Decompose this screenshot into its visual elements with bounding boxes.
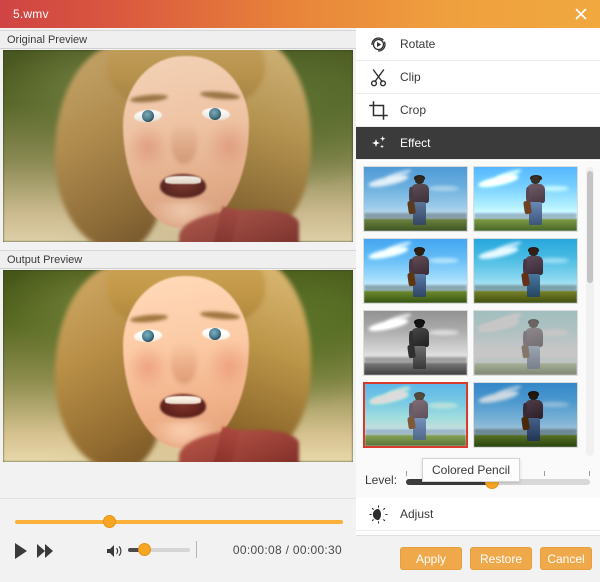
menu-item-rotate[interactable]: Rotate <box>356 28 600 61</box>
menu-label-effect: Effect <box>400 136 431 150</box>
volume-handle[interactable] <box>138 543 151 556</box>
play-icon[interactable] <box>12 542 30 560</box>
rotate-icon <box>356 35 400 54</box>
restore-button[interactable]: Restore <box>470 547 532 570</box>
video-frame-original <box>3 50 353 242</box>
level-label: Level: <box>365 473 398 487</box>
menu-item-adjust[interactable]: Adjust <box>356 498 600 531</box>
effects-scrollbar[interactable] <box>586 167 594 456</box>
volume-slider[interactable] <box>128 543 190 557</box>
seek-slider[interactable] <box>15 515 343 529</box>
effect-thumb-6[interactable] <box>363 382 468 448</box>
menu-label-crop: Crop <box>400 103 427 117</box>
original-preview-video[interactable] <box>3 50 353 242</box>
crop-icon <box>356 100 400 120</box>
preview-panel: Original Preview Output Preview 00:00:08… <box>0 28 356 582</box>
sparkle-icon <box>356 134 400 153</box>
video-editor-window: 5.wmv Original Preview Output Preview 00… <box>0 0 600 582</box>
fast-forward-icon[interactable] <box>36 543 54 559</box>
effects-grid-area: Colored Pencil <box>356 161 600 482</box>
menu-item-crop[interactable]: Crop <box>356 94 600 127</box>
menu-item-effect[interactable]: Effect <box>356 127 600 160</box>
tools-panel: Rotate Clip Crop Effect Colored Pencil L… <box>356 28 600 582</box>
output-preview-label: Output Preview <box>0 250 356 269</box>
title-bar: 5.wmv <box>0 0 600 28</box>
effect-thumb-0[interactable] <box>363 166 468 232</box>
effect-tooltip: Colored Pencil <box>422 458 521 482</box>
menu-label-rotate: Rotate <box>400 37 436 51</box>
seek-track <box>15 520 343 524</box>
dialog-footer: Apply Restore Cancel <box>356 535 600 582</box>
effect-thumb-1[interactable] <box>473 166 578 232</box>
brightness-icon <box>356 504 400 524</box>
close-icon[interactable] <box>570 4 592 24</box>
output-preview-video[interactable] <box>3 270 353 462</box>
window-title: 5.wmv <box>13 7 49 21</box>
video-frame-output <box>3 270 353 462</box>
toolbar-divider <box>196 541 197 558</box>
time-display: 00:00:08 / 00:00:30 <box>232 543 342 557</box>
effect-thumb-3[interactable] <box>473 238 578 304</box>
effect-thumb-2[interactable] <box>363 238 468 304</box>
volume-icon[interactable] <box>106 543 124 559</box>
original-preview-label: Original Preview <box>0 30 356 49</box>
effect-thumb-4[interactable] <box>363 310 468 376</box>
menu-label-clip: Clip <box>400 70 421 84</box>
effects-scrollbar-thumb[interactable] <box>587 171 593 283</box>
seek-handle[interactable] <box>103 515 116 528</box>
effects-grid <box>363 166 585 457</box>
apply-button[interactable]: Apply <box>400 547 462 570</box>
effect-thumb-7[interactable] <box>473 382 578 448</box>
effect-thumb-5[interactable] <box>473 310 578 376</box>
menu-item-clip[interactable]: Clip <box>356 61 600 94</box>
cancel-button[interactable]: Cancel <box>540 547 592 570</box>
menu-label-adjust: Adjust <box>400 507 434 521</box>
scissors-icon <box>356 68 400 87</box>
transport-bar: 00:00:08 / 00:00:30 <box>0 498 356 574</box>
